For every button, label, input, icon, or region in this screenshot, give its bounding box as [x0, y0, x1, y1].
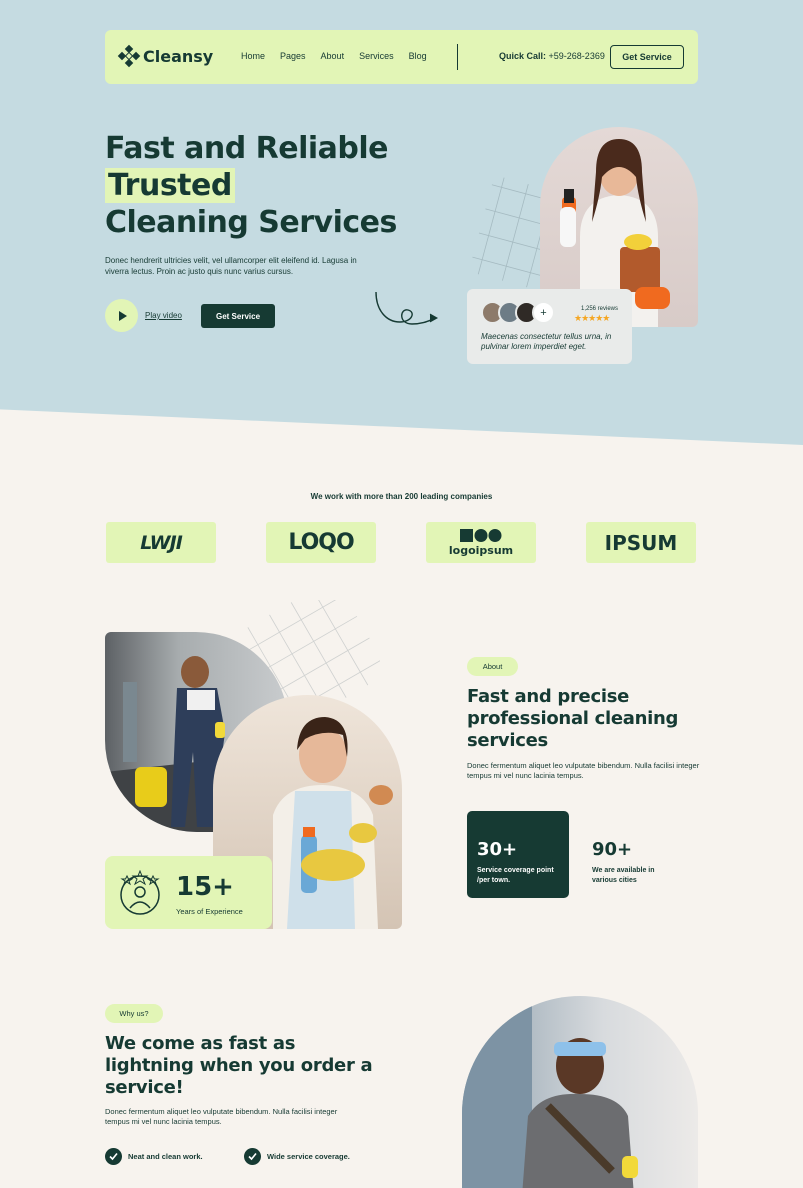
brand-logo[interactable]: Cleansy: [117, 44, 214, 68]
why-title-line1: We come as fast as: [105, 1033, 296, 1054]
check-item-label: Wide service coverage.: [267, 1152, 350, 1161]
play-icon: [118, 310, 127, 321]
review-card: + 1,256 reviews ★★★★★ Maecenas consectet…: [467, 289, 632, 364]
nav-get-service-button[interactable]: Get Service: [610, 45, 684, 69]
check-icon: [244, 1148, 261, 1165]
review-count: 1,256 reviews: [581, 306, 619, 312]
nav-links: Home Pages About Services Blog: [241, 51, 427, 61]
hero-title-line1: Fast and Reliable: [105, 131, 389, 166]
partners-heading: We work with more than 200 leading compa…: [310, 492, 493, 501]
nav-link-blog[interactable]: Blog: [409, 51, 427, 61]
partner-logos: LWJI LOQO logoipsum IPSUM: [106, 522, 696, 563]
quick-call-number: +59-268-2369: [548, 51, 605, 61]
quick-call-label: Quick Call:: [499, 51, 547, 61]
about-title-line1: Fast and precise: [467, 686, 630, 707]
hero-title-highlight: Trusted: [105, 168, 235, 203]
navbar: Cleansy Home Pages About Services Blog Q…: [105, 30, 698, 84]
stat-card-cities: 90+ We are available in various cities: [582, 811, 692, 898]
check-item: Wide service coverage.: [244, 1148, 350, 1165]
why-cleaner-photo: [462, 996, 698, 1188]
check-item-label: Neat and clean work.: [128, 1152, 203, 1161]
partner-logo-2: LOQO: [266, 522, 376, 563]
brand-name: Cleansy: [143, 46, 214, 66]
star-rating: ★★★★★: [574, 313, 610, 323]
stat-label: Service coverage point /per town.: [477, 867, 554, 884]
why-title: We come as fast as lightning when you or…: [105, 1033, 373, 1099]
stat-card-coverage: 30+ Service coverage point /per town.: [467, 811, 569, 898]
experience-card: 15+ Years of Experience: [105, 856, 272, 929]
nav-link-home[interactable]: Home: [241, 51, 265, 61]
about-description: Donec fermentum aliquet leo vulputate bi…: [467, 761, 700, 780]
partner-logo-4: IPSUM: [586, 522, 696, 563]
why-title-line3: service!: [105, 1077, 184, 1098]
play-video-link[interactable]: Play video: [145, 311, 182, 320]
why-badge: Why us?: [105, 1004, 163, 1023]
experience-value: 15+: [176, 872, 234, 902]
nav-link-pages[interactable]: Pages: [280, 51, 306, 61]
about-title-line2: professional cleaning: [467, 708, 679, 729]
nav-divider: [457, 44, 458, 70]
stat-value: 90+: [592, 839, 633, 860]
about-badge: About: [467, 657, 518, 676]
review-text: Maecenas consectetur tellus urna, in pul…: [481, 332, 612, 351]
logo-icon: [117, 44, 141, 68]
partner-logo-1: LWJI: [106, 522, 216, 563]
stat-value: 30+: [477, 839, 518, 860]
hero-title-line3: Cleaning Services: [105, 205, 397, 240]
nav-link-about[interactable]: About: [321, 51, 345, 61]
partner-logo-3: logoipsum: [426, 522, 536, 563]
check-item: Neat and clean work.: [105, 1148, 203, 1165]
quick-call[interactable]: Quick Call: +59-268-2369: [499, 51, 605, 61]
curly-arrow-icon: [375, 291, 439, 325]
hero-get-service-button[interactable]: Get Service: [201, 304, 275, 328]
hero-title: Fast and Reliable Trusted Cleaning Servi…: [105, 130, 397, 241]
nav-link-services[interactable]: Services: [359, 51, 394, 61]
check-icon: [105, 1148, 122, 1165]
play-video-button[interactable]: [105, 299, 138, 332]
about-title-line3: services: [467, 730, 548, 751]
about-title: Fast and precise professional cleaning s…: [467, 686, 678, 752]
more-reviewers-icon[interactable]: +: [532, 301, 555, 324]
reviewer-avatars: +: [481, 301, 555, 324]
logoipsum-mark-icon: [460, 528, 502, 542]
hero-description: Donec hendrerit ultricies velit, vel ull…: [105, 256, 357, 276]
star-person-icon: [120, 870, 160, 915]
why-title-line2: lightning when you order a: [105, 1055, 373, 1076]
stat-label: We are available in various cities: [592, 867, 655, 884]
experience-label: Years of Experience: [176, 907, 243, 916]
why-description: Donec fermentum aliquet leo vulputate bi…: [105, 1107, 338, 1126]
